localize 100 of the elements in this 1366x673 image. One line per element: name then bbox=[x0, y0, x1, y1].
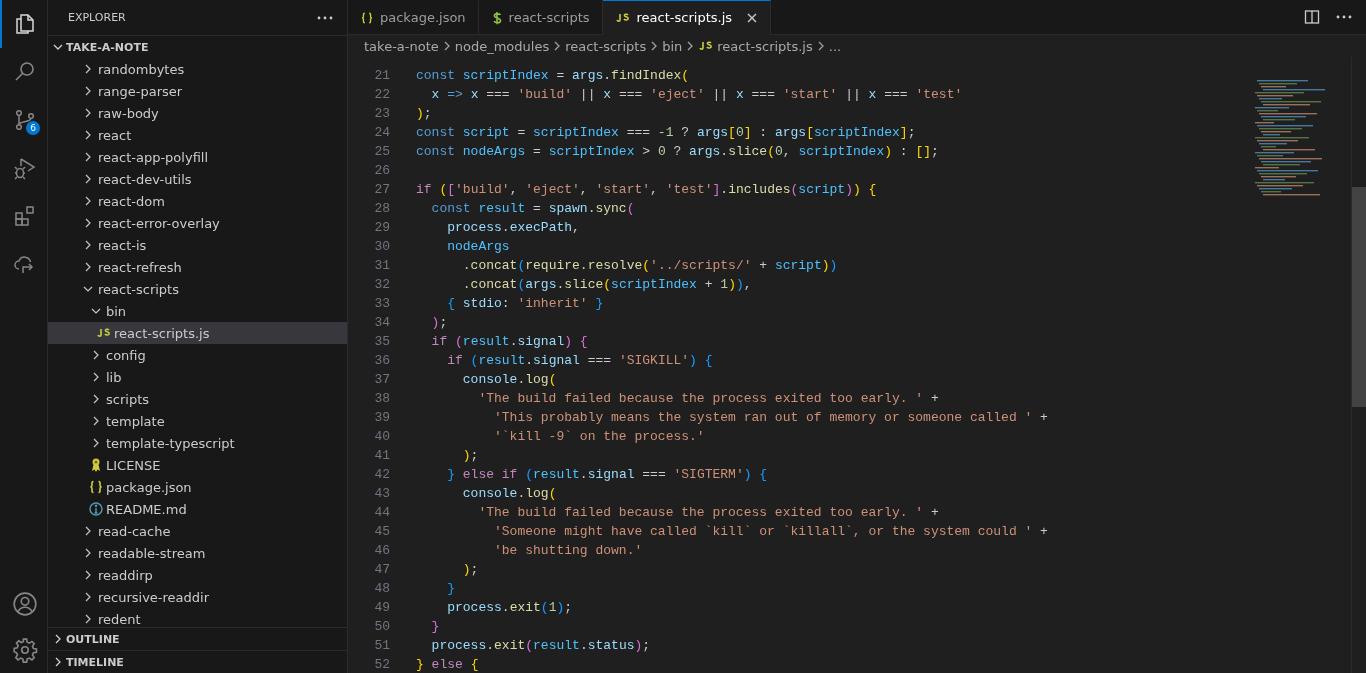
more-icon[interactable] bbox=[1336, 15, 1352, 19]
tree-item[interactable]: randombytes bbox=[48, 58, 347, 80]
sidebar-title: EXPLORER bbox=[68, 11, 126, 24]
code-line: const script = scriptIndex === -1 ? args[0] : args[scriptIndex]; bbox=[416, 124, 916, 142]
section-header[interactable]: OUTLINE bbox=[48, 628, 347, 650]
code-line: console.log( bbox=[461, 485, 557, 503]
code-line: } else { bbox=[416, 656, 479, 673]
code-line: const result = spawn.sync( bbox=[430, 200, 635, 218]
split-editor-icon[interactable] bbox=[1304, 9, 1320, 25]
section-header[interactable]: TIMELINE bbox=[48, 651, 347, 673]
line-number: 51 bbox=[373, 637, 390, 655]
close-icon[interactable] bbox=[746, 11, 759, 24]
line-number: 34 bbox=[373, 314, 390, 332]
code-line: console.log( bbox=[461, 371, 557, 389]
section-header[interactable]: TAKE-A-NOTE bbox=[48, 36, 347, 58]
more-icon[interactable] bbox=[317, 15, 333, 20]
breadcrumb-item[interactable]: node_modules bbox=[454, 38, 550, 54]
settings-icon[interactable] bbox=[11, 637, 38, 663]
code-line: if (['build', 'eject', 'start', 'test'].includes(script)) { bbox=[416, 181, 877, 199]
braces-icon bbox=[360, 10, 374, 25]
code-line: 'The build failed because the process exited too early. ' + bbox=[477, 390, 939, 408]
tree-item[interactable]: react-dom bbox=[48, 190, 347, 212]
code-line: process.exit(1); bbox=[446, 599, 573, 617]
tree-item[interactable]: readable-stream bbox=[48, 542, 347, 564]
breadcrumb-item[interactable]: take-a-note bbox=[364, 38, 439, 54]
breadcrumb-item[interactable]: react-scripts bbox=[565, 38, 647, 54]
tree-item[interactable]: react-refresh bbox=[48, 256, 347, 278]
editor-tab[interactable]: package.json bbox=[348, 0, 479, 35]
code-line: { stdio: 'inherit' } bbox=[446, 295, 604, 313]
line-number: 42 bbox=[373, 466, 390, 484]
tree-item[interactable]: LICENSE bbox=[48, 454, 347, 476]
tree-item[interactable]: lib bbox=[48, 366, 347, 388]
code-line: x => x === 'build' || x === 'eject' || x === 'start' || x === 'test' bbox=[430, 86, 963, 104]
code-line: 'This probably means the system ran out of memory or someone called ' + bbox=[493, 409, 1048, 427]
line-number: 50 bbox=[373, 618, 390, 636]
blocks-icon bbox=[12, 204, 37, 228]
line-number: 38 bbox=[373, 390, 390, 408]
code-line: 'The build failed because the process exited too early. ' + bbox=[477, 504, 939, 522]
tree-item[interactable]: readdirp bbox=[48, 564, 347, 586]
tree-item[interactable]: recursive-readdir bbox=[48, 586, 347, 608]
account-icon[interactable] bbox=[11, 591, 38, 617]
line-number: 46 bbox=[373, 542, 390, 560]
tree-item[interactable]: README.md bbox=[48, 498, 347, 520]
editor-tab[interactable]: react-scripts bbox=[478, 0, 603, 35]
editor-tab[interactable]: react-scripts.js bbox=[602, 0, 772, 35]
tree-item[interactable]: react-is bbox=[48, 234, 347, 256]
breadcrumb-item[interactable]: react-scripts.js bbox=[698, 38, 813, 54]
tree-item[interactable]: react-app-polyfill bbox=[48, 146, 347, 168]
line-number: 27 bbox=[373, 181, 390, 199]
line-number: 21 bbox=[373, 67, 390, 85]
line-number: 30 bbox=[373, 238, 390, 256]
code-line: const nodeArgs = scriptIndex > 0 ? args.slice(0, scriptIndex) : []; bbox=[416, 143, 939, 161]
line-number: 36 bbox=[373, 352, 390, 370]
breadcrumb-item[interactable]: ... bbox=[828, 38, 842, 54]
code-line: ); bbox=[430, 314, 448, 332]
tree-item[interactable]: raw-body bbox=[48, 102, 347, 124]
tree-item[interactable]: redent bbox=[48, 608, 347, 627]
code-line: 'be shutting down.' bbox=[493, 542, 643, 560]
scrollbar[interactable] bbox=[1351, 57, 1366, 673]
line-number: 52 bbox=[373, 656, 390, 673]
tree-item[interactable]: range-parser bbox=[48, 80, 347, 102]
code-line: ); bbox=[416, 105, 432, 123]
code-line: '`kill -9` on the process.' bbox=[493, 428, 705, 446]
info-icon bbox=[88, 501, 104, 517]
line-number: 28 bbox=[373, 200, 390, 218]
js-icon bbox=[614, 11, 631, 24]
tree-item[interactable]: react-error-overlay bbox=[48, 212, 347, 234]
tree-item[interactable]: template bbox=[48, 410, 347, 432]
code-line: ); bbox=[461, 561, 479, 579]
chevron-icon bbox=[816, 40, 825, 52]
line-number: 44 bbox=[373, 504, 390, 522]
line-number: 32 bbox=[373, 276, 390, 294]
tree-item[interactable]: react-scripts bbox=[48, 278, 347, 300]
tree-item[interactable]: bin bbox=[48, 300, 347, 322]
tree-item[interactable]: react-dev-utils bbox=[48, 168, 347, 190]
breadcrumb-item[interactable]: bin bbox=[662, 38, 683, 54]
tree-item[interactable]: react bbox=[48, 124, 347, 146]
line-number: 35 bbox=[373, 333, 390, 351]
tree-item[interactable]: read-cache bbox=[48, 520, 347, 542]
js-icon bbox=[698, 40, 715, 52]
line-number: 33 bbox=[373, 295, 390, 313]
code-line: .concat(require.resolve('../scripts/' + script)) bbox=[461, 257, 838, 275]
line-number: 48 bbox=[373, 580, 390, 598]
count-badge: 6 bbox=[26, 121, 40, 135]
line-number: 47 bbox=[373, 561, 390, 579]
line-number: 43 bbox=[373, 485, 390, 503]
play-bug-icon bbox=[12, 156, 37, 180]
tree-item[interactable]: package.json bbox=[48, 476, 347, 498]
code-line: if (result.signal) { bbox=[430, 333, 588, 351]
tree-item[interactable]: react-scripts.js bbox=[48, 322, 347, 344]
tree-item[interactable]: template-typescript bbox=[48, 432, 347, 454]
line-number: 49 bbox=[373, 599, 390, 617]
line-number: 37 bbox=[373, 371, 390, 389]
activity-bar-item[interactable]: 6 bbox=[0, 96, 47, 144]
tree-item[interactable]: config bbox=[48, 344, 347, 366]
tree-item[interactable]: scripts bbox=[48, 388, 347, 410]
line-number: 24 bbox=[373, 124, 390, 142]
line-number: 25 bbox=[373, 143, 390, 161]
code-line: } else if (result.signal === 'SIGTERM') { bbox=[446, 466, 768, 484]
js-icon bbox=[96, 327, 112, 339]
